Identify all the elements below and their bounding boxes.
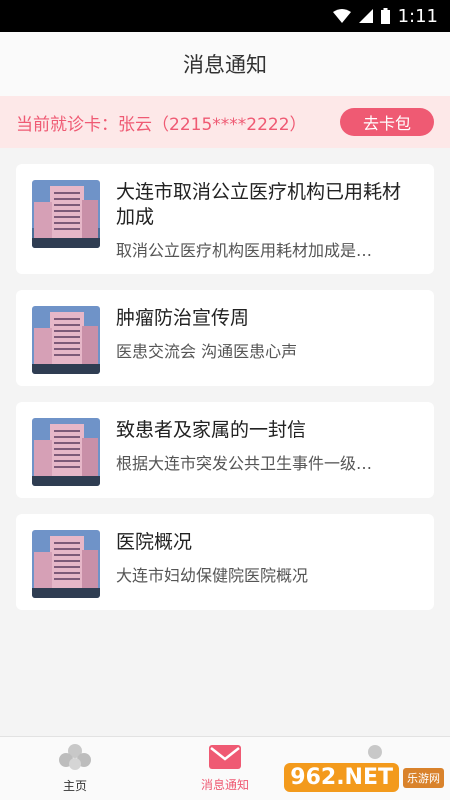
hospital-thumbnail	[32, 306, 100, 374]
message-summary: 医患交流会 沟通医患心声	[116, 342, 298, 361]
hospital-thumbnail	[32, 530, 100, 598]
message-item[interactable]: 医院概况 大连市妇幼保健院医院概况	[16, 514, 434, 610]
tab-messages[interactable]: 消息通知	[150, 737, 300, 800]
message-item[interactable]: 肿瘤防治宣传周 医患交流会 沟通医患心声	[16, 290, 434, 386]
page-title: 消息通知	[183, 53, 267, 77]
status-time: 1:11	[397, 5, 438, 27]
battery-icon	[380, 8, 390, 24]
message-summary: 根据大连市突发公共卫生事件一级…	[116, 454, 373, 473]
current-card-bar: 当前就诊卡：张云（2215****2222） 去卡包	[0, 96, 450, 148]
nav-bar: 消息通知	[0, 32, 450, 96]
card-wallet-button[interactable]: 去卡包	[340, 108, 434, 136]
signal-icon	[358, 9, 373, 23]
message-item[interactable]: 大连市取消公立医疗机构已用耗材加成 取消公立医疗机构医用耗材加成是…	[16, 164, 434, 274]
tab-label: 消息通知	[200, 778, 249, 792]
status-bar: 1:11	[0, 0, 450, 32]
message-title: 肿瘤防治宣传周	[116, 307, 250, 329]
watermark-logo: 962.NET	[284, 763, 399, 792]
message-title: 大连市取消公立医疗机构已用耗材加成	[116, 181, 402, 228]
tab-label: 主页	[62, 779, 87, 793]
tab-home[interactable]: 主页	[0, 737, 150, 800]
message-summary: 大连市妇幼保健院医院概况	[116, 566, 309, 585]
wifi-icon	[332, 9, 351, 23]
mail-icon	[208, 744, 242, 774]
message-summary: 取消公立医疗机构医用耗材加成是…	[116, 241, 373, 260]
hospital-thumbnail	[32, 180, 100, 248]
message-item[interactable]: 致患者及家属的一封信 根据大连市突发公共卫生事件一级…	[16, 402, 434, 498]
site-watermark: 962.NET 乐游网	[284, 763, 444, 792]
message-title: 医院概况	[116, 531, 193, 553]
watermark-sub: 乐游网	[403, 767, 444, 788]
hospital-thumbnail	[32, 418, 100, 486]
home-icon	[57, 743, 93, 775]
current-card-text: 当前就诊卡：张云（2215****2222）	[16, 114, 307, 135]
message-title: 致患者及家属的一封信	[116, 419, 307, 441]
message-list: 大连市取消公立医疗机构已用耗材加成 取消公立医疗机构医用耗材加成是… 肿瘤防治宣…	[0, 148, 450, 610]
